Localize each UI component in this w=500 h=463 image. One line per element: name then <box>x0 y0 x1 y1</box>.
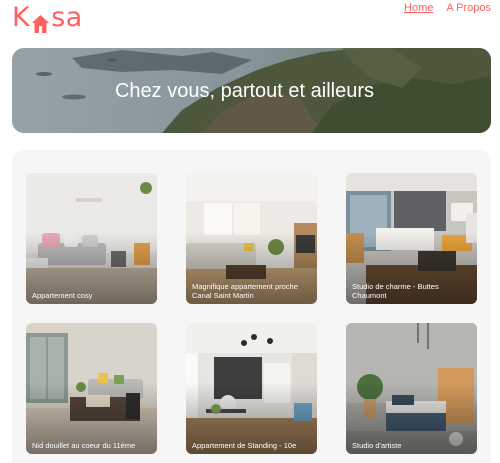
logo-letter-k: K <box>12 1 31 33</box>
nav-about-link[interactable]: A Propos <box>446 2 491 14</box>
listing-title: Magnifique appartement proche Canal Sain… <box>192 282 298 300</box>
nav-home-link[interactable]: Home <box>404 2 433 14</box>
listing-title: Appartement de Standing - 10e <box>192 441 297 450</box>
listing-card[interactable]: Nid douillet au coeur du 11ème <box>26 323 157 454</box>
listings-gallery: Appartement cosy Magnifique appartement … <box>12 150 491 463</box>
listing-title: Studio d'artiste <box>352 441 402 450</box>
listing-card[interactable]: Magnifique appartement proche Canal Sain… <box>186 173 317 304</box>
listing-title: Appartement cosy <box>32 291 93 300</box>
main-nav: Home A Propos <box>404 2 491 14</box>
logo-letters-sa: sa <box>51 1 83 33</box>
header: K sa Home A Propos <box>0 0 500 36</box>
listing-title: Nid douillet au coeur du 11ème <box>32 441 136 450</box>
house-icon <box>31 10 50 33</box>
listing-card[interactable]: Appartement de Standing - 10e <box>186 323 317 454</box>
listing-title: Studio de charme - Buttes Chaumont <box>352 282 439 300</box>
hero-banner: Chez vous, partout et ailleurs <box>12 48 491 133</box>
banner-title: Chez vous, partout et ailleurs <box>114 80 375 102</box>
listing-card[interactable]: Studio de charme - Buttes Chaumont <box>346 173 477 304</box>
listing-card[interactable]: Appartement cosy <box>26 173 157 304</box>
listing-card[interactable]: Studio d'artiste <box>346 323 477 454</box>
kasa-logo[interactable]: K sa <box>12 1 83 33</box>
